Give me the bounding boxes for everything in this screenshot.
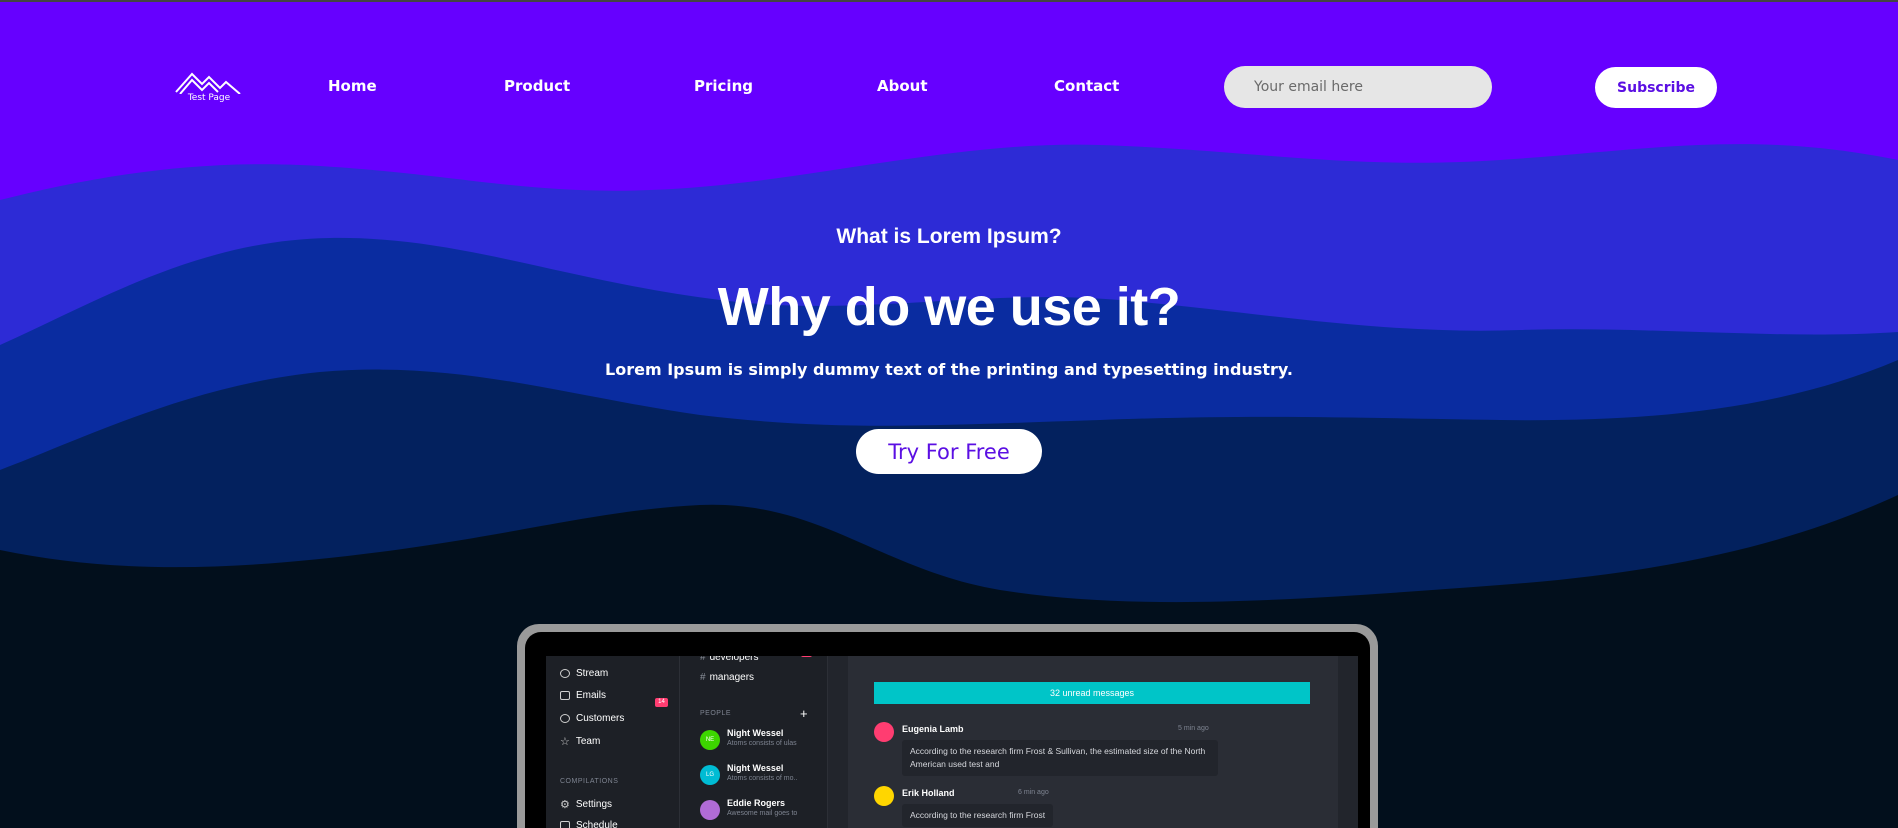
app-screenshot: Stream Emails 14 Customers ☆ Team COMPIL… (546, 656, 1358, 828)
calendar-icon (560, 821, 570, 828)
add-person-icon: + (800, 706, 808, 721)
unread-messages-banner: 32 unread messages (874, 682, 1310, 704)
emails-count-badge: 14 (655, 698, 668, 707)
nav-home[interactable]: Home (328, 77, 377, 95)
hero-title: Why do we use it? (717, 277, 1181, 337)
nav-about[interactable]: About (877, 77, 928, 95)
mockup-sidebar-label: Schedule (576, 820, 618, 828)
person-name: Eddie Rogers (727, 798, 786, 808)
email-input[interactable] (1224, 66, 1492, 108)
mockup-sidebar-label: Emails (576, 690, 607, 701)
mockup-sidebar-label: Settings (575, 799, 613, 810)
mockup-channels: # developers # managers PEOPLE + NE Night … (680, 656, 828, 828)
mockup-channel-managers: # managers (700, 672, 754, 683)
mockup-sidebar-label: Stream (576, 668, 609, 679)
person-name: Night Wessel (727, 763, 784, 773)
mockup-sidebar-label: Customers (576, 713, 625, 724)
channel-badge (801, 656, 812, 657)
person-name: Night Wessel (727, 728, 784, 738)
channel-label: developers (709, 656, 759, 663)
mountain-logo-icon (175, 72, 241, 94)
mockup-sidebar-item-team: ☆ Team (560, 735, 600, 748)
avatar (874, 722, 894, 742)
try-for-free-button[interactable]: Try For Free (856, 429, 1042, 474)
avatar: NE (700, 730, 720, 750)
logo[interactable]: Test Page (174, 68, 244, 106)
avatar (700, 800, 720, 820)
mockup-sidebar-item-emails: Emails (560, 690, 606, 701)
message-time: 5 min ago (1178, 725, 1209, 732)
users-icon (560, 714, 570, 723)
mockup-person: LG Night Wessel Atoms consists of mo.. (700, 763, 820, 789)
message-time: 6 min ago (1018, 789, 1049, 796)
mockup-channel-developers: # developers (700, 656, 812, 663)
hash-icon: # (700, 672, 706, 683)
hash-icon: # (700, 656, 706, 663)
hero-eyebrow: What is Lorem Ipsum? (836, 225, 1062, 248)
people-section-label: PEOPLE (700, 710, 732, 717)
message-author: Erik Holland (902, 788, 955, 798)
person-message: Awesome mail goes to (727, 810, 798, 817)
mockup-sidebar-item-schedule: Schedule (560, 820, 618, 828)
laptop-bezel: Stream Emails 14 Customers ☆ Team COMPIL… (525, 632, 1370, 828)
mockup-sidebar-item-customers: Customers (560, 713, 624, 724)
nav-contact[interactable]: Contact (1054, 77, 1119, 95)
nav-pricing[interactable]: Pricing (694, 77, 753, 95)
laptop-mockup: Stream Emails 14 Customers ☆ Team COMPIL… (517, 624, 1378, 828)
mockup-chat: 32 unread messages Eugenia Lamb 5 min ag… (848, 656, 1338, 828)
logo-text: Test Page (187, 93, 231, 103)
top-border (0, 0, 1898, 2)
channel-label: managers (709, 672, 755, 683)
mail-icon (560, 691, 570, 700)
hero-subtitle: Lorem Ipsum is simply dummy text of the … (605, 360, 1293, 379)
mockup-sidebar-label: Team (575, 736, 601, 747)
person-message: Atoms consists of ulas (727, 740, 797, 747)
avatar: LG (700, 765, 720, 785)
mockup-section-label: COMPILATIONS (560, 778, 619, 785)
mockup-sidebar-item-stream: Stream (560, 668, 608, 679)
star-icon: ☆ (560, 736, 570, 748)
stream-icon (560, 669, 570, 678)
nav-product[interactable]: Product (504, 77, 570, 95)
mockup-person: NE Night Wessel Atoms consists of ulas (700, 728, 820, 754)
mockup-sidebar-item-settings: ⚙ Settings (560, 798, 612, 811)
message-bubble: According to the research firm Frost & S… (902, 740, 1218, 776)
gear-icon: ⚙ (560, 799, 570, 811)
person-message: Atoms consists of mo.. (727, 775, 798, 782)
message-author: Eugenia Lamb (902, 724, 964, 734)
subscribe-button[interactable]: Subscribe (1595, 67, 1717, 108)
mockup-person: Eddie Rogers Awesome mail goes to (700, 798, 820, 824)
avatar (874, 786, 894, 806)
message-bubble: According to the research firm Frost (902, 804, 1054, 827)
mockup-sidebar: Stream Emails 14 Customers ☆ Team COMPIL… (546, 656, 680, 828)
